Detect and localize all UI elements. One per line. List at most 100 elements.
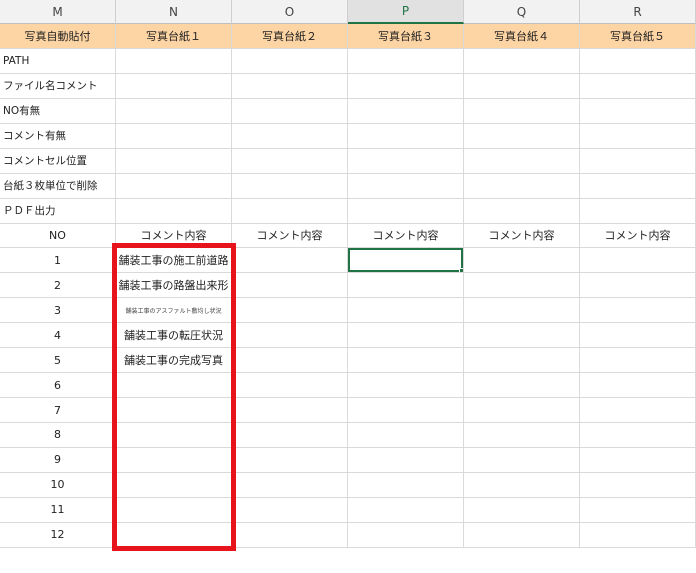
- cell[interactable]: [116, 98, 232, 124]
- cell[interactable]: [232, 73, 348, 99]
- cell[interactable]: [580, 198, 696, 224]
- comment-cell[interactable]: [116, 497, 232, 523]
- cell[interactable]: [232, 323, 348, 349]
- row-number[interactable]: 8: [0, 423, 116, 448]
- cell[interactable]: [348, 398, 464, 423]
- row-number[interactable]: 11: [0, 497, 116, 523]
- cell[interactable]: [232, 398, 348, 423]
- cell[interactable]: [580, 298, 696, 324]
- setting-label-pdf-output[interactable]: ＰＤＦ出力: [0, 198, 116, 224]
- cell[interactable]: [116, 48, 232, 74]
- cell[interactable]: [232, 248, 348, 274]
- comment-cell[interactable]: 舗装工事の転圧状況: [116, 323, 232, 349]
- header-auto-paste[interactable]: 写真自動貼付: [0, 24, 116, 49]
- row-number[interactable]: 2: [0, 273, 116, 299]
- setting-label-filename-comment[interactable]: ファイル名コメント: [0, 73, 116, 99]
- column-header-q[interactable]: Q: [464, 0, 580, 24]
- row-number[interactable]: 9: [0, 447, 116, 473]
- cell[interactable]: [348, 273, 464, 299]
- cell[interactable]: [232, 48, 348, 74]
- row-number[interactable]: 1: [0, 248, 116, 274]
- cell[interactable]: [232, 298, 348, 324]
- comment-header-5[interactable]: コメント内容: [580, 223, 696, 249]
- cell[interactable]: [580, 73, 696, 99]
- cell[interactable]: [580, 248, 696, 274]
- comment-cell[interactable]: [116, 373, 232, 399]
- cell[interactable]: [232, 423, 348, 448]
- cell[interactable]: [348, 123, 464, 149]
- cell[interactable]: [232, 447, 348, 473]
- row-number[interactable]: 7: [0, 398, 116, 423]
- selected-cell[interactable]: [348, 248, 464, 274]
- cell[interactable]: [232, 497, 348, 523]
- cell[interactable]: [116, 73, 232, 99]
- cell[interactable]: [348, 423, 464, 448]
- comment-cell[interactable]: [116, 423, 232, 448]
- cell[interactable]: [464, 398, 580, 423]
- cell[interactable]: [464, 522, 580, 548]
- cell[interactable]: [232, 98, 348, 124]
- cell[interactable]: [464, 472, 580, 498]
- cell[interactable]: [348, 98, 464, 124]
- cell[interactable]: [232, 273, 348, 299]
- cell[interactable]: [116, 148, 232, 174]
- comment-header-4[interactable]: コメント内容: [464, 223, 580, 249]
- cell[interactable]: [348, 522, 464, 548]
- cell[interactable]: [348, 373, 464, 399]
- setting-label-no-flag[interactable]: NO有無: [0, 98, 116, 124]
- comment-header-3[interactable]: コメント内容: [348, 223, 464, 249]
- cell[interactable]: [464, 348, 580, 374]
- cell[interactable]: [348, 323, 464, 349]
- cell[interactable]: [580, 348, 696, 374]
- cell[interactable]: [348, 198, 464, 224]
- cell[interactable]: [464, 123, 580, 149]
- column-header-m[interactable]: M: [0, 0, 116, 24]
- setting-label-comment-flag[interactable]: コメント有無: [0, 123, 116, 149]
- comment-cell[interactable]: [116, 447, 232, 473]
- header-photo-sheet-5[interactable]: 写真台紙５: [580, 24, 696, 49]
- cell[interactable]: [580, 323, 696, 349]
- cell[interactable]: [464, 248, 580, 274]
- column-header-n[interactable]: N: [116, 0, 232, 24]
- cell[interactable]: [116, 198, 232, 224]
- cell[interactable]: [464, 323, 580, 349]
- cell[interactable]: [348, 497, 464, 523]
- header-photo-sheet-3[interactable]: 写真台紙３: [348, 24, 464, 49]
- cell[interactable]: [232, 148, 348, 174]
- comment-cell[interactable]: [116, 398, 232, 423]
- comment-cell[interactable]: 舗装工事の施工前道路: [116, 248, 232, 274]
- no-header[interactable]: NO: [0, 223, 116, 249]
- cell[interactable]: [232, 173, 348, 199]
- cell[interactable]: [464, 198, 580, 224]
- cell[interactable]: [580, 123, 696, 149]
- cell[interactable]: [232, 198, 348, 224]
- setting-label-comment-cell-position[interactable]: コメントセル位置: [0, 148, 116, 174]
- cell[interactable]: [580, 447, 696, 473]
- cell[interactable]: [464, 423, 580, 448]
- cell[interactable]: [580, 423, 696, 448]
- cell[interactable]: [464, 173, 580, 199]
- cell[interactable]: [464, 98, 580, 124]
- cell[interactable]: [580, 148, 696, 174]
- cell[interactable]: [116, 173, 232, 199]
- cell[interactable]: [232, 348, 348, 374]
- cell[interactable]: [580, 48, 696, 74]
- cell[interactable]: [580, 373, 696, 399]
- cell[interactable]: [232, 472, 348, 498]
- cell[interactable]: [348, 173, 464, 199]
- cell[interactable]: [464, 373, 580, 399]
- column-header-r[interactable]: R: [580, 0, 696, 24]
- header-photo-sheet-2[interactable]: 写真台紙２: [232, 24, 348, 49]
- cell[interactable]: [464, 273, 580, 299]
- cell[interactable]: [348, 348, 464, 374]
- setting-label-path[interactable]: PATH: [0, 48, 116, 74]
- comment-header-2[interactable]: コメント内容: [232, 223, 348, 249]
- cell[interactable]: [464, 497, 580, 523]
- cell[interactable]: [348, 148, 464, 174]
- comment-cell[interactable]: [116, 472, 232, 498]
- cell[interactable]: [232, 373, 348, 399]
- row-number[interactable]: 10: [0, 472, 116, 498]
- cell[interactable]: [464, 73, 580, 99]
- comment-cell[interactable]: [116, 522, 232, 548]
- cell[interactable]: [580, 472, 696, 498]
